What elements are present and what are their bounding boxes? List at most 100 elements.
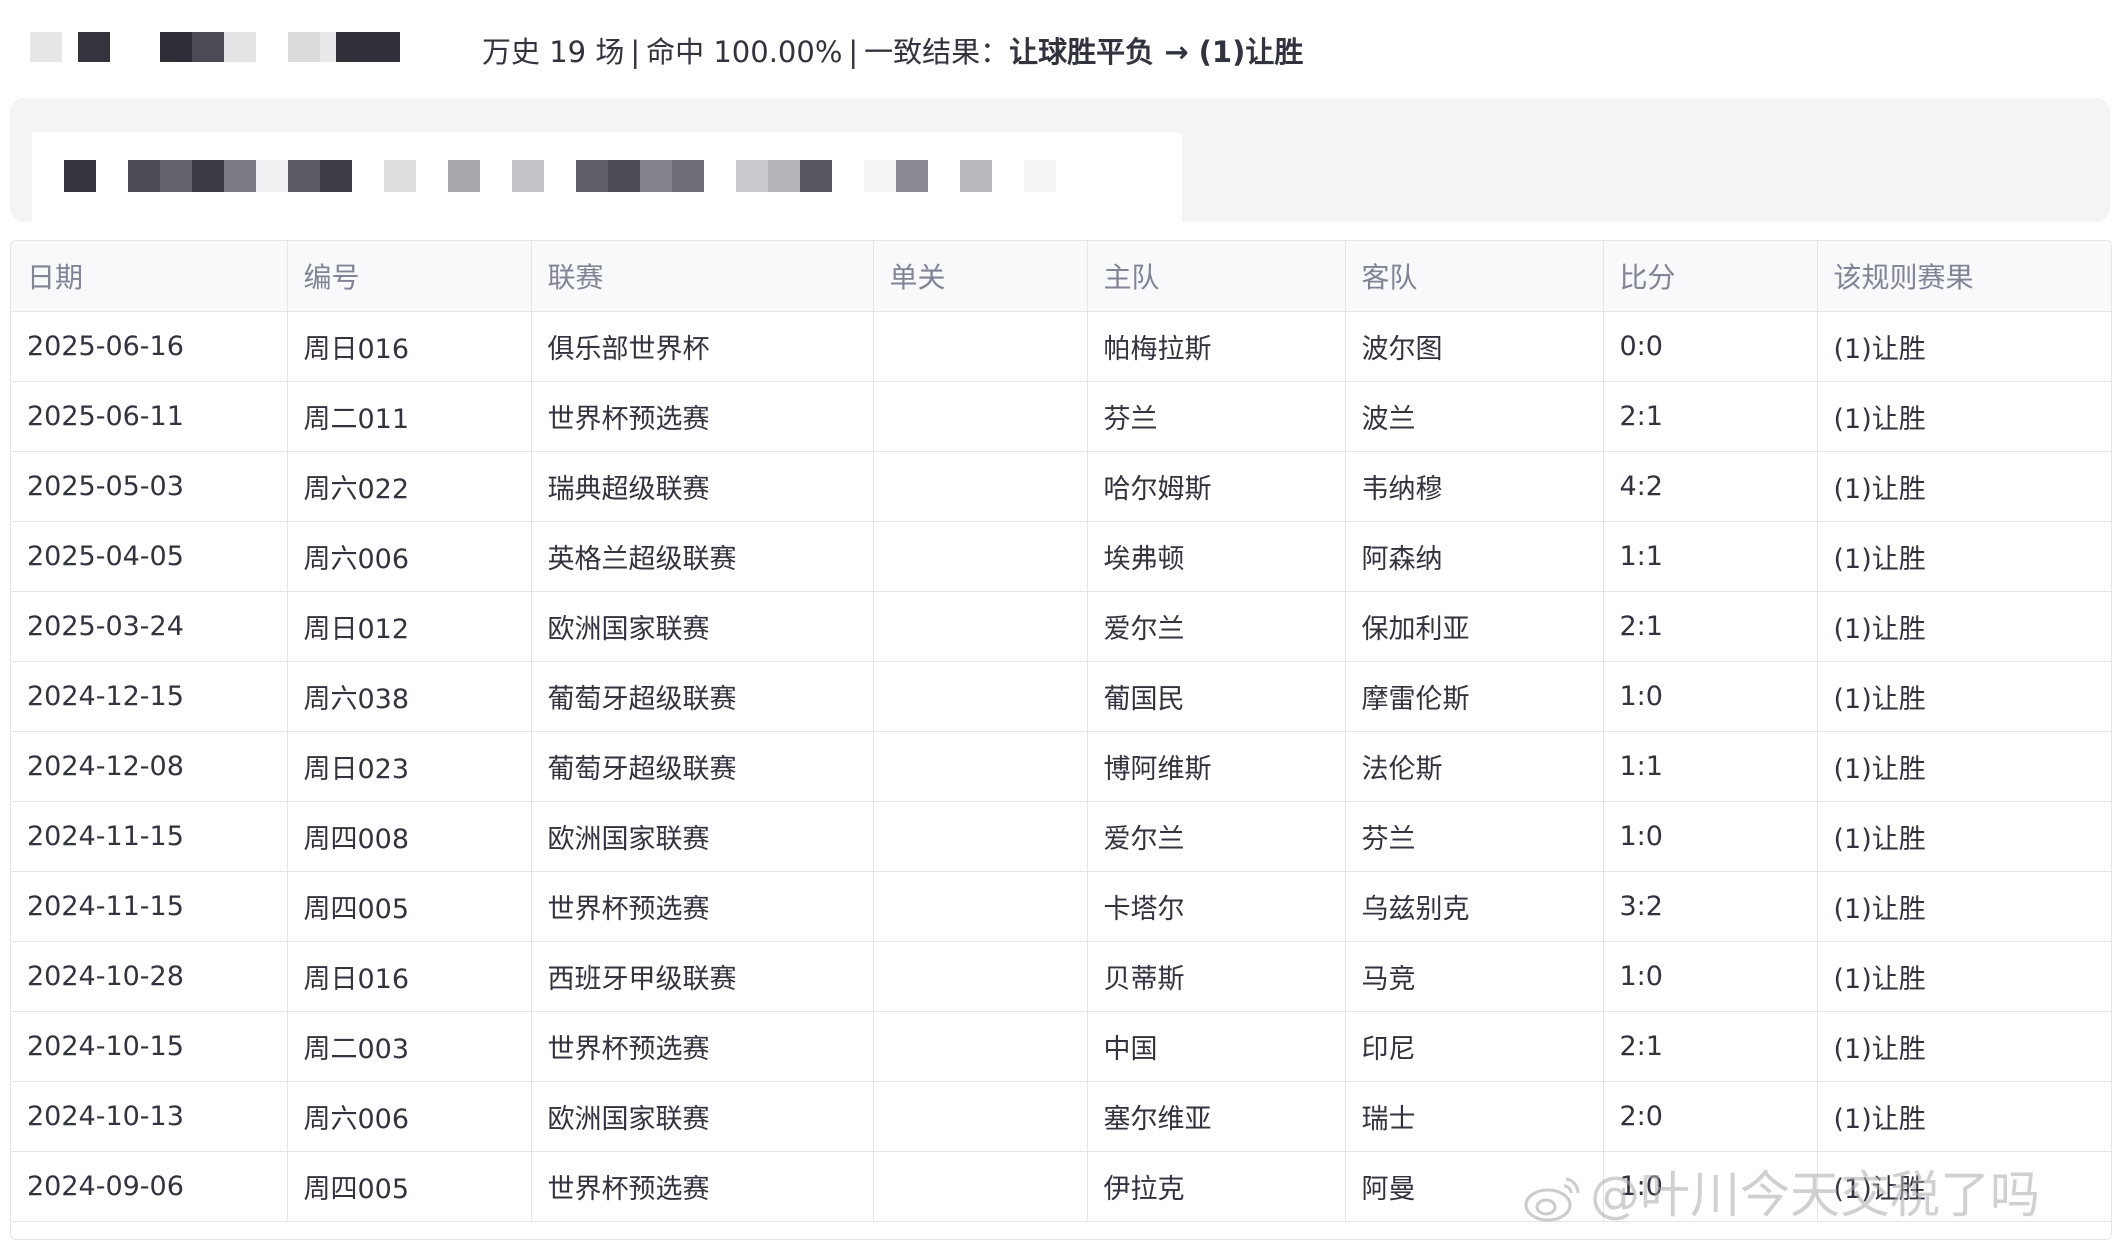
cell-date: 2024-11-15 xyxy=(11,801,288,872)
cell-single xyxy=(873,1081,1088,1152)
cell-score: 2:0 xyxy=(1603,1081,1818,1152)
cell-date: 2025-04-05 xyxy=(11,521,288,592)
column-header-date[interactable]: 日期 xyxy=(11,241,288,312)
cell-result: (1)让胜 xyxy=(1817,521,2111,592)
cell-score: 2:1 xyxy=(1603,381,1818,452)
cell-away-team: 法伦斯 xyxy=(1345,731,1604,802)
table-row[interactable]: 2024-12-15 周六038 葡萄牙超级联赛 葡国民 摩雷伦斯 1:0 (1)让胜 xyxy=(11,661,2111,732)
cell-date: 2024-10-15 xyxy=(11,1011,288,1082)
summary-text: 万史 19 场 | 命中 100.00% | 一致结果：让球胜平负 → (1)让胜 xyxy=(482,22,1303,82)
summary-header: 万史 19 场 | 命中 100.00% | 一致结果：让球胜平负 → (1)让胜 xyxy=(30,22,2090,82)
separator-2: | xyxy=(848,35,859,69)
table-row[interactable]: 2024-12-08 周日023 葡萄牙超级联赛 博阿维斯 法伦斯 1:1 (1)让胜 xyxy=(11,731,2111,802)
cell-home-team: 贝蒂斯 xyxy=(1087,941,1346,1012)
table-row[interactable]: 2024-11-15 周四005 世界杯预选赛 卡塔尔 乌兹别克 3:2 (1)让胜 xyxy=(11,871,2111,942)
cell-code: 周四008 xyxy=(287,801,532,872)
cell-result: (1)让胜 xyxy=(1817,381,2111,452)
cell-league: 葡萄牙超级联赛 xyxy=(531,731,874,802)
table-row[interactable]: 2025-05-03 周六022 瑞典超级联赛 哈尔姆斯 韦纳穆 4:2 (1)让胜 xyxy=(11,451,2111,522)
cell-score: 2:1 xyxy=(1603,591,1818,662)
cell-league: 欧洲国家联赛 xyxy=(531,591,874,662)
cell-code: 周日012 xyxy=(287,591,532,662)
cell-away-team: 保加利亚 xyxy=(1345,591,1604,662)
cell-home-team: 葡国民 xyxy=(1087,661,1346,732)
cell-single xyxy=(873,521,1088,592)
cell-single xyxy=(873,381,1088,452)
cell-result: (1)让胜 xyxy=(1817,311,2111,382)
cell-score: 4:2 xyxy=(1603,451,1818,522)
table-row[interactable]: 2024-11-15 周四008 欧洲国家联赛 爱尔兰 芬兰 1:0 (1)让胜 xyxy=(11,801,2111,872)
censored-info-row xyxy=(64,160,1056,192)
cell-code: 周六006 xyxy=(287,521,532,592)
cell-league: 英格兰超级联赛 xyxy=(531,521,874,592)
table-row[interactable]: 2025-03-24 周日012 欧洲国家联赛 爱尔兰 保加利亚 2:1 (1)让胜 xyxy=(11,591,2111,662)
table-row[interactable]: 2024-10-13 周六006 欧洲国家联赛 塞尔维亚 瑞士 2:0 (1)让胜 xyxy=(11,1081,2111,1152)
cell-away-team: 摩雷伦斯 xyxy=(1345,661,1604,732)
cell-code: 周四005 xyxy=(287,1151,532,1222)
cell-single xyxy=(873,311,1088,382)
cell-away-team: 韦纳穆 xyxy=(1345,451,1604,522)
table-row[interactable]: 2024-10-28 周日016 西班牙甲级联赛 贝蒂斯 马竞 1:0 (1)让胜 xyxy=(11,941,2111,1012)
cell-single xyxy=(873,591,1088,662)
cell-code: 周二011 xyxy=(287,381,532,452)
cell-away-team: 瑞士 xyxy=(1345,1081,1604,1152)
cell-home-team: 爱尔兰 xyxy=(1087,801,1346,872)
cell-league: 欧洲国家联赛 xyxy=(531,1081,874,1152)
cell-result: (1)让胜 xyxy=(1817,1011,2111,1082)
cell-score: 1:0 xyxy=(1603,941,1818,1012)
column-header-home[interactable]: 主队 xyxy=(1087,241,1346,312)
cell-single xyxy=(873,801,1088,872)
cell-league: 西班牙甲级联赛 xyxy=(531,941,874,1012)
table-row[interactable]: 2024-10-15 周二003 世界杯预选赛 中国 印尼 2:1 (1)让胜 xyxy=(11,1011,2111,1082)
column-header-single[interactable]: 单关 xyxy=(873,241,1088,312)
cell-league: 欧洲国家联赛 xyxy=(531,801,874,872)
cell-date: 2024-11-15 xyxy=(11,871,288,942)
cell-single xyxy=(873,661,1088,732)
column-header-score[interactable]: 比分 xyxy=(1603,241,1818,312)
cell-away-team: 马竞 xyxy=(1345,941,1604,1012)
cell-score: 1:1 xyxy=(1603,521,1818,592)
cell-home-team: 帕梅拉斯 xyxy=(1087,311,1346,382)
cell-home-team: 卡塔尔 xyxy=(1087,871,1346,942)
table-row[interactable]: 2025-04-05 周六006 英格兰超级联赛 埃弗顿 阿森纳 1:1 (1)让胜 xyxy=(11,521,2111,592)
column-header-league[interactable]: 联赛 xyxy=(531,241,874,312)
column-header-result[interactable]: 该规则赛果 xyxy=(1817,241,2111,312)
cell-date: 2024-12-15 xyxy=(11,661,288,732)
cell-home-team: 哈尔姆斯 xyxy=(1087,451,1346,522)
cell-result: (1)让胜 xyxy=(1817,731,2111,802)
table-body: 2025-06-16 周日016 俱乐部世界杯 帕梅拉斯 波尔图 0:0 (1)让胜 2025… xyxy=(11,311,2111,1222)
cell-date: 2024-10-28 xyxy=(11,941,288,1012)
cell-result: (1)让胜 xyxy=(1817,451,2111,522)
consistent-result-value: 让球胜平负 → (1)让胜 xyxy=(1009,35,1304,69)
cell-league: 瑞典超级联赛 xyxy=(531,451,874,522)
cell-away-team: 波兰 xyxy=(1345,381,1604,452)
cell-date: 2025-03-24 xyxy=(11,591,288,662)
cell-result: (1)让胜 xyxy=(1817,941,2111,1012)
cell-code: 周四005 xyxy=(287,871,532,942)
cell-date: 2024-09-06 xyxy=(11,1151,288,1222)
cell-away-team: 印尼 xyxy=(1345,1011,1604,1082)
cell-single xyxy=(873,731,1088,802)
column-header-away[interactable]: 客队 xyxy=(1345,241,1604,312)
cell-away-team: 波尔图 xyxy=(1345,311,1604,382)
cell-result: (1)让胜 xyxy=(1817,1081,2111,1152)
table-row[interactable]: 2025-06-16 周日016 俱乐部世界杯 帕梅拉斯 波尔图 0:0 (1)让胜 xyxy=(11,311,2111,382)
cell-home-team: 芬兰 xyxy=(1087,381,1346,452)
cell-single xyxy=(873,1011,1088,1082)
cell-single xyxy=(873,1151,1088,1222)
cell-single xyxy=(873,871,1088,942)
weibo-icon xyxy=(1524,1177,1580,1221)
cell-away-team: 芬兰 xyxy=(1345,801,1604,872)
cell-home-team: 塞尔维亚 xyxy=(1087,1081,1346,1152)
cell-score: 1:1 xyxy=(1603,731,1818,802)
cell-single xyxy=(873,451,1088,522)
cell-date: 2025-05-03 xyxy=(11,451,288,522)
cell-code: 周日016 xyxy=(287,311,532,382)
cell-result: (1)让胜 xyxy=(1817,591,2111,662)
table-row[interactable]: 2025-06-11 周二011 世界杯预选赛 芬兰 波兰 2:1 (1)让胜 xyxy=(11,381,2111,452)
cell-date: 2024-10-13 xyxy=(11,1081,288,1152)
cell-home-team: 埃弗顿 xyxy=(1087,521,1346,592)
censored-title-block-3 xyxy=(288,32,400,62)
column-header-code[interactable]: 编号 xyxy=(287,241,532,312)
cell-date: 2024-12-08 xyxy=(11,731,288,802)
